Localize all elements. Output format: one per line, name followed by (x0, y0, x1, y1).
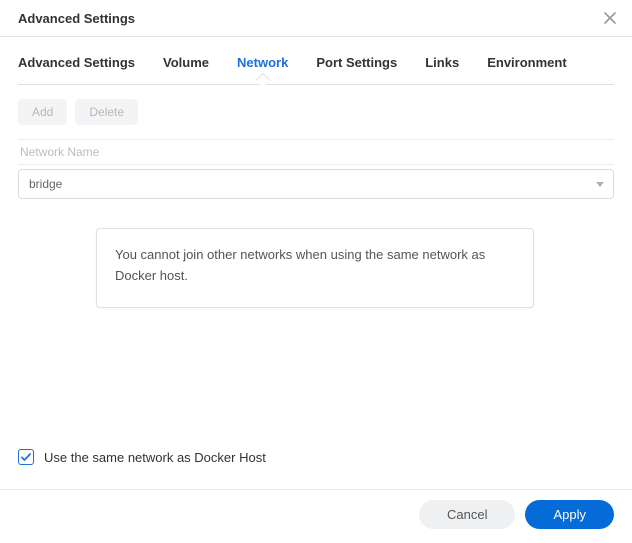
toolbar: Add Delete (18, 85, 614, 125)
tooltip-text: You cannot join other networks when usin… (115, 247, 485, 283)
apply-button[interactable]: Apply (525, 500, 614, 529)
window-title: Advanced Settings (18, 11, 135, 26)
content-area: Advanced Settings Volume Network Port Se… (0, 37, 632, 199)
titlebar: Advanced Settings (0, 0, 632, 37)
tab-links[interactable]: Links (425, 55, 459, 84)
network-table: Network Name bridge (18, 139, 614, 199)
tab-advanced-settings[interactable]: Advanced Settings (18, 55, 135, 84)
checkbox-checked-icon (18, 449, 34, 465)
tab-bar: Advanced Settings Volume Network Port Se… (18, 37, 614, 85)
checkbox-label: Use the same network as Docker Host (44, 450, 266, 465)
dialog-footer: Cancel Apply (0, 489, 632, 543)
info-tooltip: You cannot join other networks when usin… (96, 228, 534, 308)
cancel-button[interactable]: Cancel (419, 500, 515, 529)
same-network-checkbox[interactable]: Use the same network as Docker Host (18, 449, 266, 465)
delete-button[interactable]: Delete (75, 99, 138, 125)
tab-volume[interactable]: Volume (163, 55, 209, 84)
network-select-row: bridge (18, 169, 614, 199)
add-button[interactable]: Add (18, 99, 67, 125)
tab-port-settings[interactable]: Port Settings (316, 55, 397, 84)
column-header-network-name: Network Name (18, 139, 614, 165)
tab-network[interactable]: Network (237, 55, 288, 84)
tab-environment[interactable]: Environment (487, 55, 566, 84)
network-select[interactable]: bridge (18, 169, 614, 199)
close-icon[interactable] (602, 10, 618, 26)
